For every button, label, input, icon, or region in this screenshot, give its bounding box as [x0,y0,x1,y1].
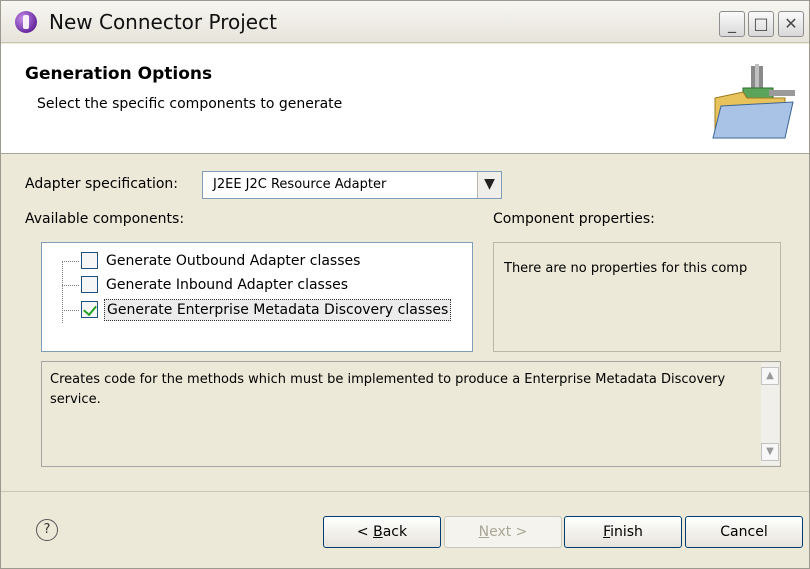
eclipse-app-icon [15,11,37,33]
next-button[interactable]: Next > [444,516,562,548]
finish-button[interactable]: Finish [564,516,682,548]
inbound-label[interactable]: Generate Inbound Adapter classes [104,274,350,296]
adapter-spec-value: J2EE J2C Resource Adapter [213,177,387,192]
help-icon[interactable]: ? [36,519,58,541]
description-box: Creates code for the methods which must … [41,361,781,467]
description-scrollbar[interactable]: ▲ ▼ [761,363,779,465]
components-tree[interactable]: Generate Outbound Adapter classes Genera… [41,242,473,352]
component-properties-panel: There are no properties for this comp [493,242,781,352]
next-mnemonic: N [478,524,490,540]
chevron-down-icon[interactable]: ▼ [477,172,501,198]
inbound-checkbox[interactable] [81,276,98,293]
tree-branch-line [62,261,79,262]
cancel-button[interactable]: Cancel [685,516,803,548]
emd-label[interactable]: Generate Enterprise Metadata Discovery c… [104,299,452,321]
adapter-spec-select[interactable]: J2EE J2C Resource Adapter ▼ [202,171,502,199]
folder-wizard-icon [712,64,795,139]
page-title: Generation Options [25,64,213,84]
scroll-up-icon[interactable]: ▲ [761,367,779,385]
wizard-header: Generation Options Select the specific c… [1,44,809,154]
page-description: Select the specific components to genera… [37,96,343,112]
window-title: New Connector Project [49,10,277,34]
tree-connector-line [62,261,63,323]
back-prefix: < [356,524,374,540]
back-rest: ack [382,524,408,540]
finish-rest: inish [610,524,643,540]
tree-branch-line [62,285,79,286]
emd-checkbox[interactable] [81,301,98,318]
outbound-label[interactable]: Generate Outbound Adapter classes [104,250,362,272]
component-properties-label: Component properties: [493,211,655,227]
title-bar[interactable]: New Connector Project _ □ ✕ [1,1,809,43]
scroll-down-icon[interactable]: ▼ [761,443,779,461]
description-text: Creates code for the methods which must … [50,372,726,407]
tree-branch-line [62,310,79,311]
close-button[interactable]: ✕ [778,11,804,37]
back-mnemonic: B [373,524,383,540]
minimize-button[interactable]: _ [719,11,745,37]
dialog-window: New Connector Project _ □ ✕ Generation O… [0,0,810,569]
maximize-button[interactable]: □ [748,11,774,37]
outbound-checkbox[interactable] [81,252,98,269]
adapter-spec-label: Adapter specification: [25,176,179,192]
properties-text: There are no properties for this comp [504,261,748,276]
footer-divider [1,491,809,492]
next-rest: ext > [489,524,528,540]
available-components-label: Available components: [25,211,185,227]
back-button[interactable]: < Back [323,516,441,548]
